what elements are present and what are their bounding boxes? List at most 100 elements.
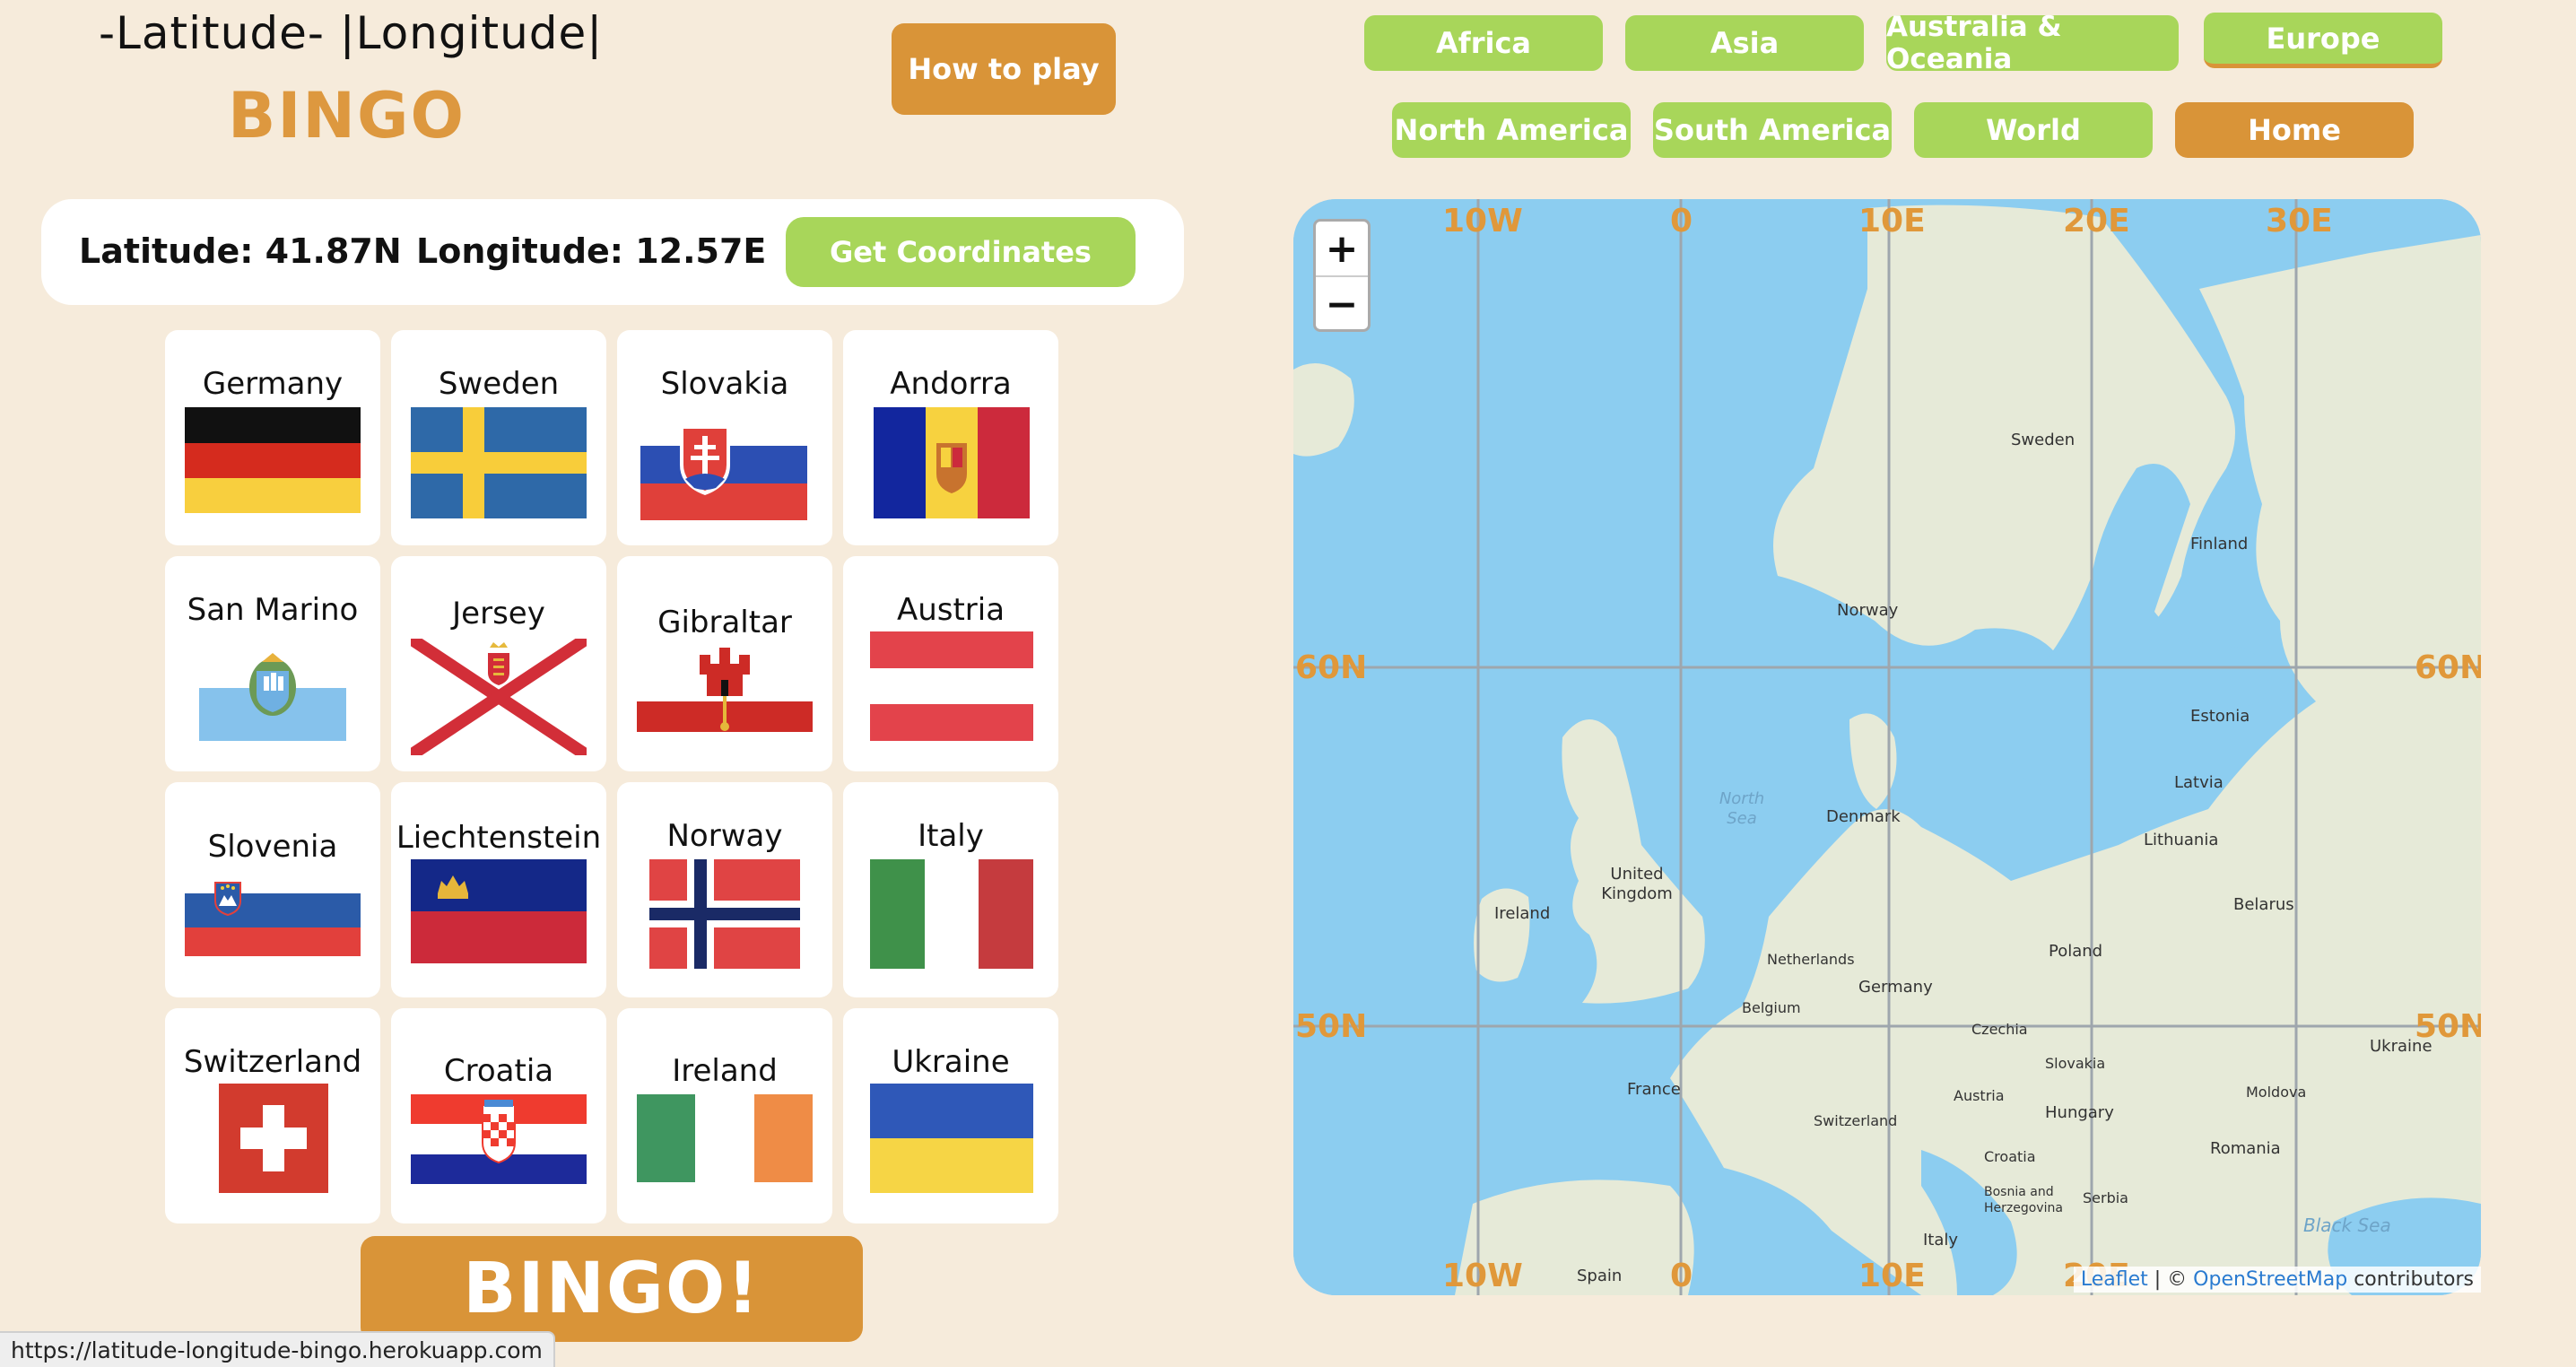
map-label: Croatia: [1984, 1148, 2036, 1165]
logo-title: -Latitude- |Longitude|: [99, 7, 604, 59]
flag-sweden-icon: [411, 407, 587, 518]
card-jersey[interactable]: Jersey: [391, 556, 606, 771]
card-slovenia[interactable]: Slovenia: [165, 782, 380, 997]
how-to-play-button[interactable]: How to play: [892, 23, 1116, 115]
lon-label: 0: [1670, 203, 1693, 239]
card-label: Switzerland: [183, 1044, 362, 1080]
map-view[interactable]: 10W 0 10E 20E 30E 10W 0 10E 20E 60N 60N …: [1293, 199, 2481, 1295]
map-label: Latvia: [2174, 773, 2224, 792]
card-label: Ireland: [672, 1053, 778, 1089]
card-germany[interactable]: Germany: [165, 330, 380, 545]
card-sweden[interactable]: Sweden: [391, 330, 606, 545]
lon-label: 10W: [1442, 1258, 1523, 1294]
card-ukraine[interactable]: Ukraine: [843, 1008, 1058, 1223]
card-liechtenstein[interactable]: Liechtenstein: [391, 782, 606, 997]
card-gibraltar[interactable]: Gibraltar: [617, 556, 832, 771]
map-label: France: [1627, 1080, 1681, 1099]
flag-austria-icon: [870, 631, 1033, 741]
card-label: Austria: [896, 592, 1005, 628]
region-europe-button[interactable]: Europe: [2204, 13, 2442, 68]
attribution-tail: contributors: [2347, 1268, 2474, 1291]
lon-label: 30E: [2266, 203, 2333, 239]
map-label: Moldova: [2246, 1084, 2307, 1101]
get-coordinates-button[interactable]: Get Coordinates: [786, 217, 1136, 287]
map-label: North Sea: [1719, 789, 1765, 828]
attribution-separator: | ©: [2147, 1268, 2194, 1291]
bingo-button[interactable]: BINGO!: [361, 1236, 863, 1342]
flag-ireland-icon: [637, 1094, 813, 1182]
card-switzerland[interactable]: Switzerland: [165, 1008, 380, 1223]
logo-bingo: BINGO: [228, 79, 466, 152]
lon-label: 20E: [2063, 203, 2130, 239]
region-world-button[interactable]: World: [1914, 102, 2153, 158]
flag-slovakia-icon: [640, 409, 807, 520]
flag-switzerland-icon: [219, 1084, 328, 1193]
card-croatia[interactable]: Croatia: [391, 1008, 606, 1223]
map-label: Finland: [2190, 535, 2249, 553]
map-label: Lithuania: [2144, 831, 2219, 849]
map-label: Spain: [1577, 1267, 1623, 1285]
card-austria[interactable]: Austria: [843, 556, 1058, 771]
flag-germany-icon: [185, 407, 361, 513]
card-slovakia[interactable]: Slovakia: [617, 330, 832, 545]
map-label: Poland: [2049, 942, 2103, 961]
card-label: Italy: [918, 818, 984, 854]
lon-label: 10W: [1442, 203, 1523, 239]
card-label: Croatia: [443, 1053, 554, 1089]
longitude-readout: Longitude: 12.57E: [416, 231, 767, 271]
card-italy[interactable]: Italy: [843, 782, 1058, 997]
region-africa-button[interactable]: Africa: [1364, 15, 1603, 71]
map-attribution: Leaflet | © OpenStreetMap contributors: [2073, 1267, 2481, 1293]
europe-map[interactable]: [1293, 199, 2481, 1295]
region-south-america-button[interactable]: South America: [1653, 102, 1892, 158]
openstreetmap-link[interactable]: OpenStreetMap: [2193, 1268, 2347, 1291]
card-label: San Marino: [187, 592, 359, 628]
map-label: Ukraine: [2370, 1037, 2432, 1056]
region-north-america-button[interactable]: North America: [1392, 102, 1631, 158]
card-label: Slovenia: [207, 829, 338, 865]
card-label: Andorra: [890, 366, 1012, 402]
card-norway[interactable]: Norway: [617, 782, 832, 997]
map-label: Slovakia: [2045, 1055, 2106, 1072]
card-label: Jersey: [452, 596, 545, 631]
card-label: Norway: [666, 818, 783, 854]
map-label: Belarus: [2233, 895, 2294, 914]
map-label: Denmark: [1826, 807, 1901, 826]
flag-jersey-icon: [411, 639, 587, 755]
map-label: Switzerland: [1814, 1112, 1898, 1129]
home-button[interactable]: Home: [2175, 102, 2414, 158]
zoom-in-button[interactable]: +: [1316, 222, 1368, 277]
card-label: Gibraltar: [657, 605, 792, 640]
region-asia-button[interactable]: Asia: [1625, 15, 1864, 71]
zoom-control: + −: [1313, 219, 1371, 332]
map-label: Sweden: [2011, 431, 2076, 449]
zoom-out-button[interactable]: −: [1316, 277, 1368, 331]
map-label: Estonia: [2190, 707, 2250, 726]
map-label: Czechia: [1971, 1021, 2028, 1038]
map-label: Serbia: [2083, 1189, 2128, 1206]
card-san-marino[interactable]: San Marino: [165, 556, 380, 771]
map-label: Norway: [1837, 601, 1899, 620]
flag-san-marino-icon: [199, 635, 346, 741]
card-label: Liechtenstein: [396, 820, 602, 856]
flag-slovenia-icon: [185, 881, 361, 956]
flag-norway-icon: [649, 859, 800, 969]
flag-ukraine-icon: [870, 1084, 1033, 1193]
card-label: Sweden: [438, 366, 560, 402]
card-label: Slovakia: [660, 366, 789, 402]
map-label: Bosnia and Herzegovina: [1984, 1185, 2063, 1215]
region-australia-oceania-button[interactable]: Australia & Oceania: [1886, 11, 2179, 75]
lat-label: 60N: [1295, 649, 1368, 686]
map-label: Germany: [1858, 978, 1933, 997]
flag-croatia-icon: [411, 1094, 587, 1184]
card-ireland[interactable]: Ireland: [617, 1008, 832, 1223]
map-label: Romania: [2210, 1139, 2281, 1158]
map-label: Ireland: [1494, 904, 1551, 923]
leaflet-link[interactable]: Leaflet: [2081, 1268, 2148, 1291]
card-label: Ukraine: [892, 1044, 1010, 1080]
flag-italy-icon: [870, 859, 1033, 969]
land-ireland: [1474, 888, 1530, 982]
lon-label: 10E: [1858, 203, 1926, 239]
card-label: Germany: [202, 366, 344, 402]
card-andorra[interactable]: Andorra: [843, 330, 1058, 545]
